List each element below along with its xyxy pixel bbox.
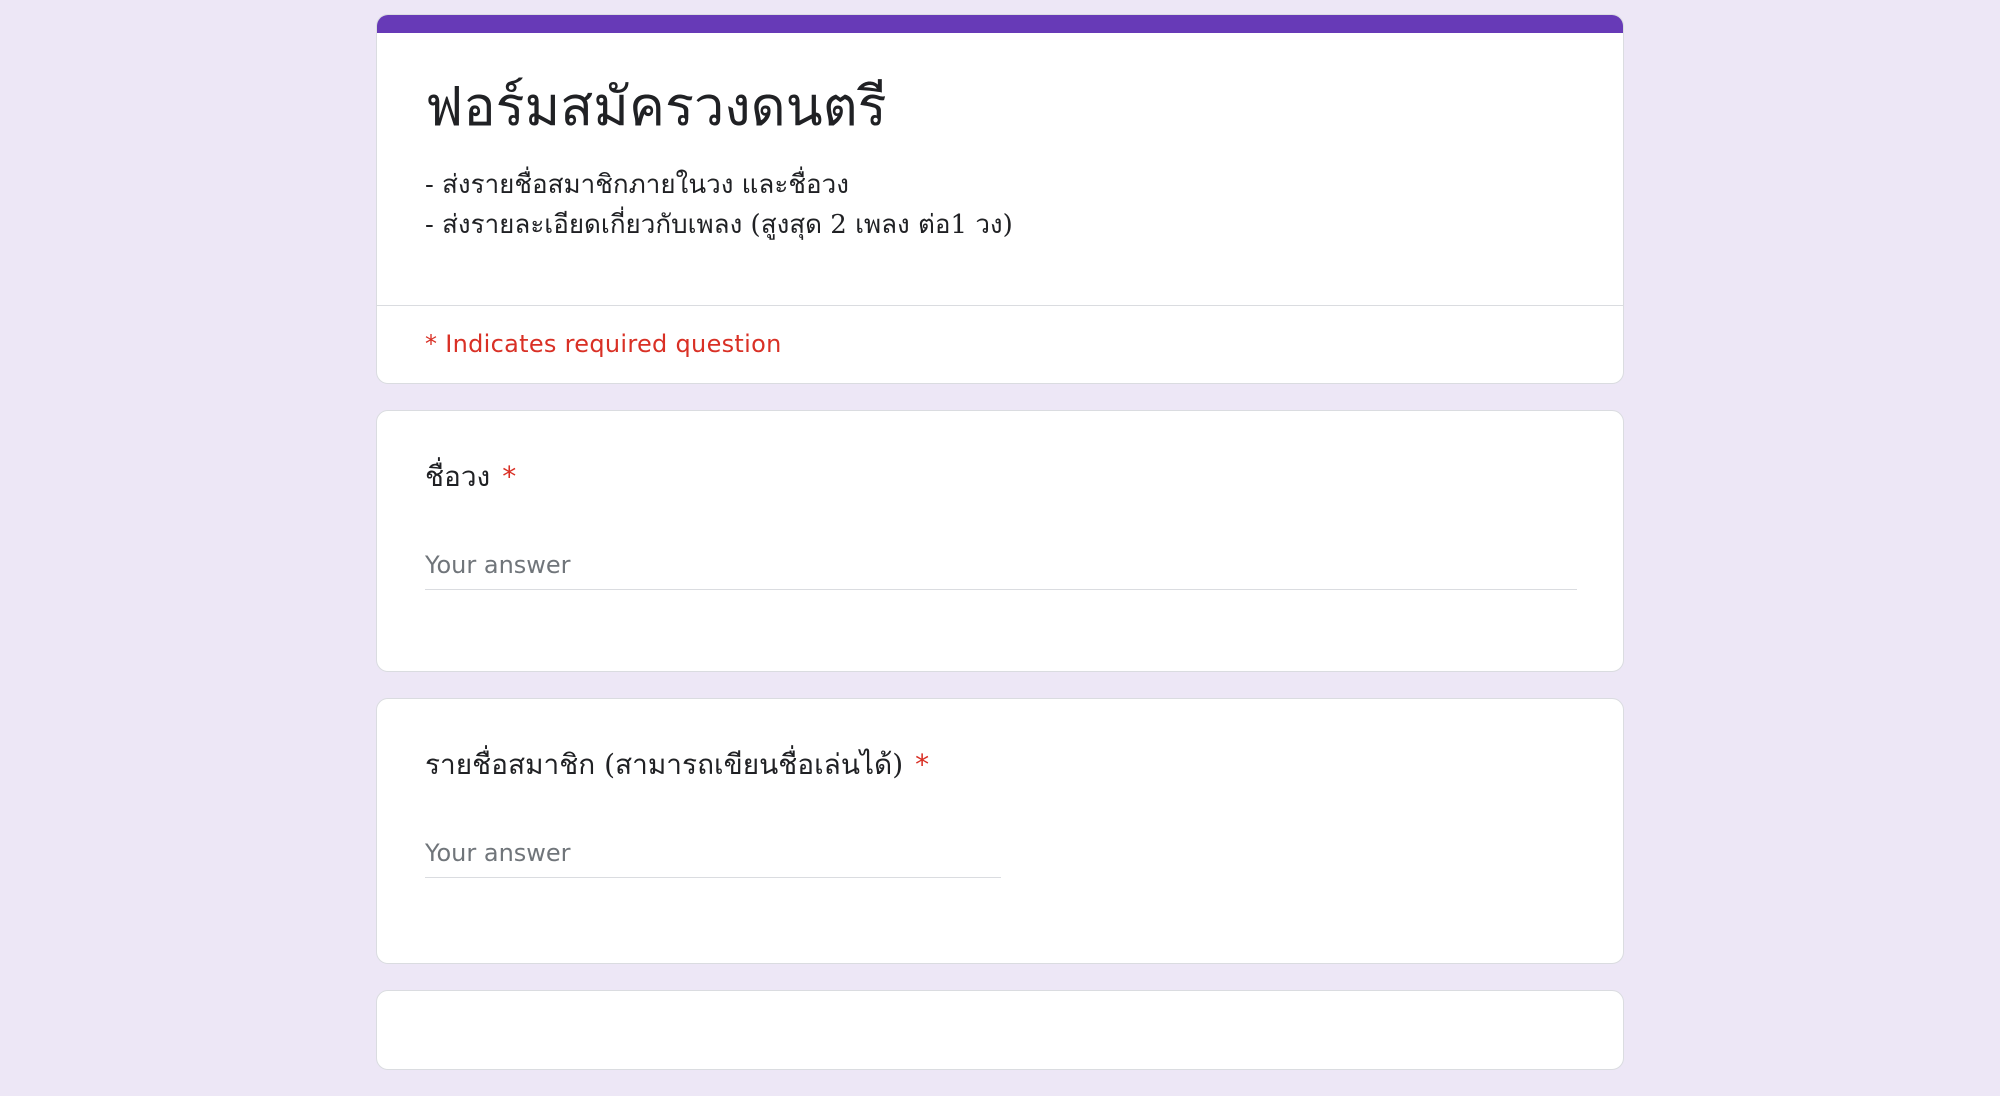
required-asterisk: * (502, 460, 517, 493)
form-title: ฟอร์มสมัครวงดนตรี (425, 75, 887, 138)
question-label: ชื่อวง (425, 460, 491, 493)
question-title-band-name: ชื่อวง * (425, 457, 1575, 497)
form-container: ฟอร์มสมัครวงดนตรี - ส่งรายชื่อสมาชิกภายใ… (376, 14, 1624, 1096)
required-question-note: * Indicates required question (425, 330, 782, 358)
question-title-members: รายชื่อสมาชิก (สามารถเขียนชื่อเล่นได้) * (425, 745, 1575, 785)
form-header-card: ฟอร์มสมัครวงดนตรี - ส่งรายชื่อสมาชิกภายใ… (376, 14, 1624, 384)
question-card-members: รายชื่อสมาชิก (สามารถเขียนชื่อเล่นได้) * (376, 698, 1624, 964)
form-description-line-1: - ส่งรายชื่อสมาชิกภายในวง และชื่อวง (425, 170, 849, 200)
required-asterisk: * (915, 748, 930, 781)
question-card-band-name: ชื่อวง * (376, 410, 1624, 672)
form-description-line-2: - ส่งรายละเอียดเกี่ยวกับเพลง (สูงสุด 2 เ… (425, 210, 1013, 240)
accent-bar (377, 15, 1623, 33)
form-header-body: ฟอร์มสมัครวงดนตรี - ส่งรายชื่อสมาชิกภายใ… (377, 33, 1623, 306)
band-name-input[interactable] (425, 543, 1577, 590)
question-label: รายชื่อสมาชิก (สามารถเขียนชื่อเล่นได้) (425, 748, 904, 781)
members-input[interactable] (425, 831, 1001, 878)
question-card-next (376, 990, 1624, 1070)
